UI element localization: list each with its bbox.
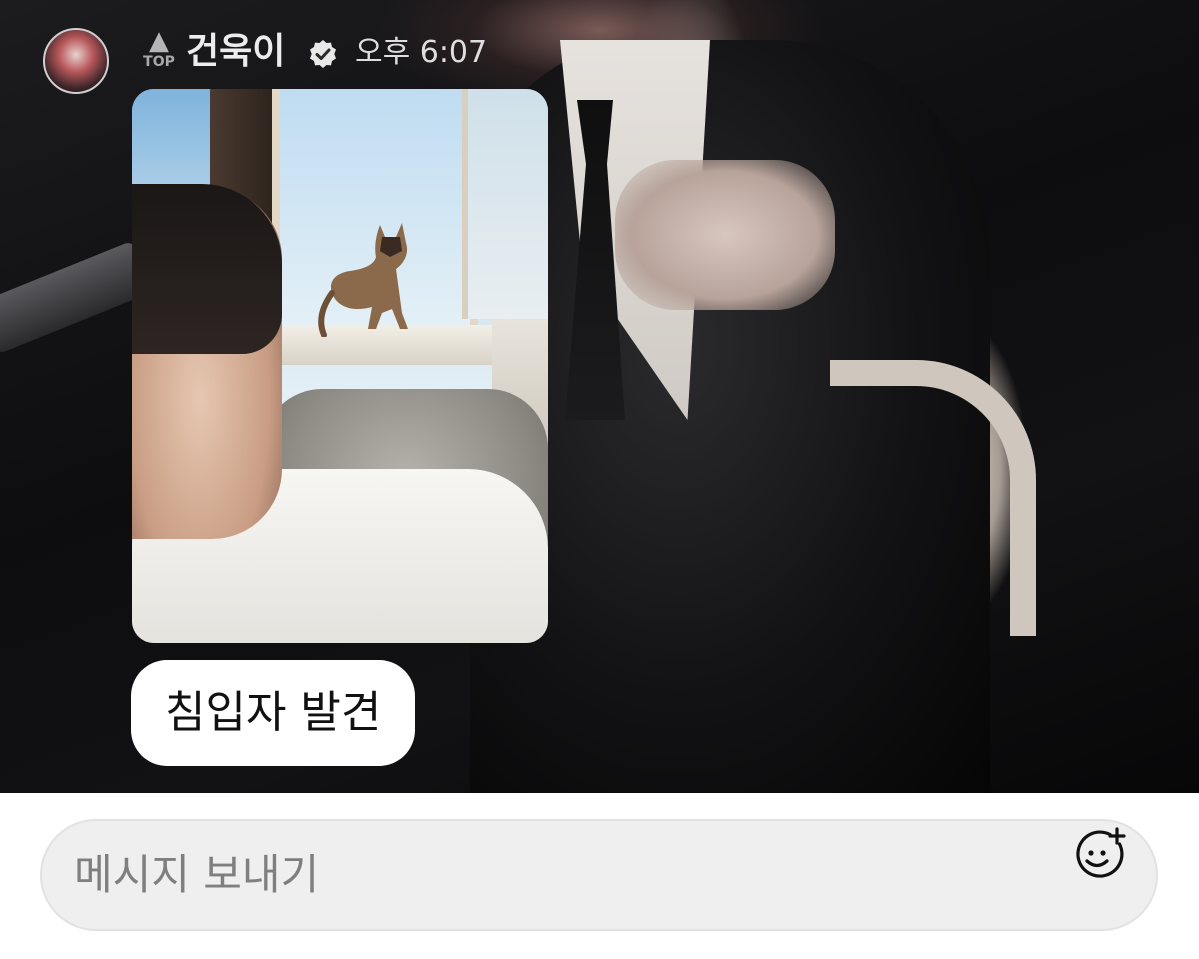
background-photo-chair xyxy=(830,360,1036,636)
smiley-plus-icon[interactable] xyxy=(1070,826,1128,884)
message-input[interactable]: 메시지 보내기 xyxy=(40,819,1158,931)
sender-name[interactable]: 건욱이 xyxy=(186,28,285,76)
message-time: 오후 6:07 xyxy=(355,35,488,70)
message-caption-bubble[interactable]: 침입자 발견 xyxy=(131,660,416,766)
composer-bar: 메시지 보내기 xyxy=(0,793,1199,959)
top-rank-label: TOP xyxy=(143,54,175,70)
cat-figure xyxy=(318,223,408,337)
message-input-placeholder: 메시지 보내기 xyxy=(74,850,320,899)
background-photo-hand xyxy=(615,160,835,310)
verified-check-icon xyxy=(310,40,336,68)
message-photo[interactable] xyxy=(132,89,548,643)
chat-background: ▲ TOP 건욱이 오후 6:07 침입자 발견 xyxy=(0,0,1199,793)
top-rank-badge: ▲ TOP xyxy=(138,28,180,78)
up-arrow-icon: ▲ xyxy=(149,26,169,56)
background-photo-bar xyxy=(0,240,155,355)
sender-avatar[interactable] xyxy=(43,28,109,94)
